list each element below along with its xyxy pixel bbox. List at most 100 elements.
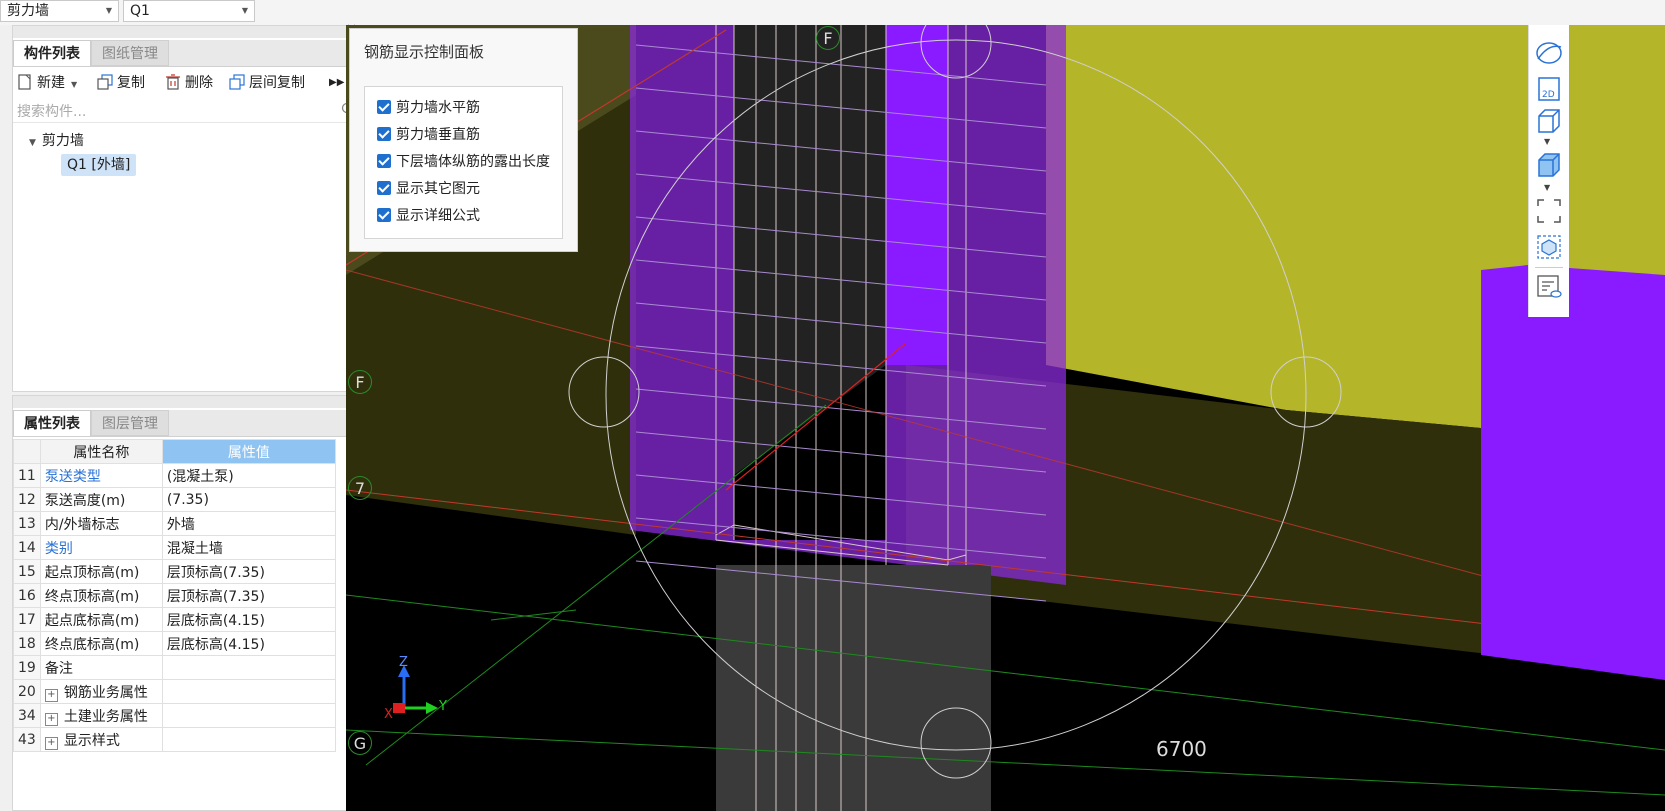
property-name-cell: 泵送高度(m) [39,487,163,512]
chevron-down-icon[interactable]: ▼ [71,80,77,89]
property-name[interactable]: 泵送类型 [45,469,101,485]
floor-copy-button[interactable]: 层间复制 [229,70,305,96]
table-row[interactable]: 17 起点底标高(m) 层底标高(4.15) [13,607,336,632]
new-button[interactable]: 新建 ▼ [17,70,77,96]
option-show-other-elements[interactable]: 显示其它图元 [377,178,480,198]
expand-icon[interactable]: + [44,712,58,726]
property-value-cell[interactable] [161,703,336,728]
property-name-cell: + 显示样式 [39,727,163,752]
new-button-label: 新建 [37,75,65,91]
search-input[interactable]: 搜索构件... [17,101,86,121]
x-axis-label: X [384,707,393,722]
view-3d-shaded-icon[interactable] [1535,151,1563,179]
property-value-cell[interactable]: 外墙 [161,511,336,536]
copy-button[interactable]: 复制 [97,70,145,96]
checkbox[interactable] [377,154,391,168]
checkbox[interactable] [377,100,391,114]
grid-bubble-g[interactable]: G [348,731,372,755]
tab-drawing-management[interactable]: 图纸管理 [91,40,169,66]
grid-bubble-f[interactable]: F [348,370,372,394]
property-value-cell[interactable]: (7.35) [161,487,336,512]
orbit-icon[interactable] [1535,39,1563,67]
property-value-cell[interactable]: 层顶标高(7.35) [161,559,336,584]
tree-node-q1[interactable]: Q1 [外墙] [61,154,137,176]
row-number: 43 [13,727,41,752]
z-axis-label: Z [399,655,408,670]
tab-component-list[interactable]: 构件列表 [13,40,91,66]
property-list-panel: ✕ 属性列表 图层管理 属性名称 属性值 11泵送类型(混凝土泵)12泵送高度(… [12,393,362,811]
property-name: 起点底标高(m) [44,612,140,629]
property-value-cell[interactable] [161,679,336,704]
option-horizontal-rebar[interactable]: 剪力墙水平筋 [377,97,480,117]
property-value-cell[interactable] [161,655,336,680]
table-row[interactable]: 11 泵送类型 (混凝土泵) [13,463,336,488]
tree-node-shear-wall[interactable]: ▼ 剪力墙 [29,130,84,150]
property-name[interactable]: 类别 [45,541,73,557]
row-number: 13 [13,511,41,536]
property-value-cell[interactable] [161,727,336,752]
option-label: 剪力墙垂直筋 [396,127,480,143]
property-value-cell[interactable]: (混凝土泵) [161,463,336,488]
table-row[interactable]: 14 类别 混凝土墙 [13,535,336,560]
panel-header-strip [13,26,361,38]
table-row[interactable]: 43 + 显示样式 [13,727,336,752]
view-toolbar: 2D ▼ ▼ [1528,25,1569,317]
checkbox[interactable] [377,127,391,141]
option-label: 下层墙体纵筋的露出长度 [396,154,550,170]
property-name-cell: 备注 [39,655,163,680]
property-name: 显示样式 [63,732,120,749]
view-3d-box-icon[interactable] [1535,107,1563,135]
delete-button[interactable]: 删除 [165,70,213,96]
table-row[interactable]: 19 备注 [13,655,336,680]
fullscreen-icon[interactable] [1535,197,1563,225]
checkbox[interactable] [377,208,391,222]
purple-column [886,25,948,365]
property-value-cell[interactable]: 层底标高(4.15) [161,631,336,656]
row-number: 18 [13,631,41,656]
row-number: 17 [13,607,41,632]
expand-icon[interactable]: + [44,736,58,750]
table-row[interactable]: 12 泵送高度(m) (7.35) [13,487,336,512]
more-tools-icon[interactable]: ▶▶ [329,70,344,96]
grid-bubble-top[interactable]: F [816,26,840,50]
table-row[interactable]: 15 起点顶标高(m) 层顶标高(7.35) [13,559,336,584]
view-2d-icon[interactable]: 2D [1535,75,1563,103]
property-name: 终点顶标高(m) [44,588,140,605]
component-name-value: Q1 [130,3,150,19]
table-row[interactable]: 16 终点顶标高(m) 层顶标高(7.35) [13,583,336,608]
tab-layer-management[interactable]: 图层管理 [91,410,169,436]
copy-icon [97,74,113,90]
property-name-cell[interactable]: 类别 [39,535,163,560]
property-name-cell[interactable]: 泵送类型 [39,463,163,488]
3d-viewport[interactable]: F F 7 G Z Y X 6700 钢筋显示控制面板 剪力墙水平筋 剪力墙垂直… [346,25,1665,811]
component-select-icon[interactable] [1535,233,1563,261]
option-vertical-rebar[interactable]: 剪力墙垂直筋 [377,124,480,144]
component-type-select[interactable]: 剪力墙 ▼ [0,0,119,22]
chevron-down-icon[interactable]: ▼ [1544,137,1550,146]
rebar-options-box: 剪力墙水平筋 剪力墙垂直筋 下层墙体纵筋的露出长度 显示其它图元 显示详细公式 [364,86,563,239]
property-value-cell[interactable]: 层底标高(4.15) [161,607,336,632]
table-row[interactable]: 34 + 土建业务属性 [13,703,336,728]
property-value-cell[interactable]: 混凝土墙 [161,535,336,560]
component-search[interactable]: 搜索构件... [13,98,361,123]
toolbar-divider [1535,267,1563,268]
tree-expand-icon[interactable]: ▼ [29,138,36,148]
property-name: 土建业务属性 [63,708,148,725]
purple-wall-right [1481,265,1665,680]
component-list-panel: ✕ 构件列表 图纸管理 新建▼ 复制 删除 层间复制 ▶▶ 搜索构件... ▼剪… [12,23,362,392]
component-name-select[interactable]: Q1 ▼ [123,0,255,22]
grid-bubble-7[interactable]: 7 [348,476,372,500]
table-header-row: 属性名称 属性值 [13,439,336,464]
option-show-formula[interactable]: 显示详细公式 [377,205,480,225]
option-exposed-length[interactable]: 下层墙体纵筋的露出长度 [377,151,550,171]
chevron-down-icon[interactable]: ▼ [1544,183,1550,192]
display-settings-icon[interactable] [1535,273,1563,301]
expand-icon[interactable]: + [44,688,58,702]
checkbox[interactable] [377,181,391,195]
table-row[interactable]: 13 内/外墙标志 外墙 [13,511,336,536]
table-row[interactable]: 20 + 钢筋业务属性 [13,679,336,704]
table-row[interactable]: 18 终点底标高(m) 层底标高(4.15) [13,631,336,656]
tab-property-list[interactable]: 属性列表 [13,410,91,436]
property-value-cell[interactable]: 层顶标高(7.35) [161,583,336,608]
property-name: 钢筋业务属性 [63,684,148,701]
